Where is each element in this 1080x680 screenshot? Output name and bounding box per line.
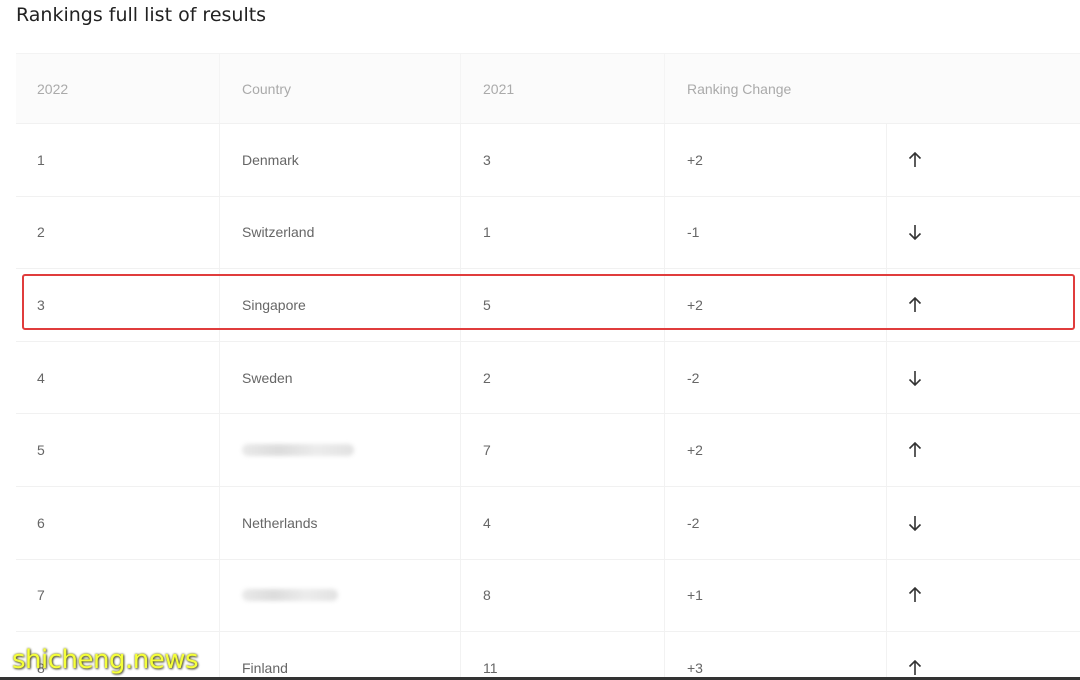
- rank-2022: 3: [16, 269, 220, 341]
- country-name: Denmark: [220, 124, 461, 196]
- header-2022[interactable]: 2022: [16, 54, 220, 123]
- page: Rankings full list of results 2022 Count…: [0, 0, 1080, 680]
- arrow-down-icon: [887, 487, 1080, 559]
- header-country[interactable]: Country: [220, 54, 461, 123]
- country-name: Finland: [220, 632, 461, 680]
- ranking-change: +2: [665, 269, 887, 341]
- ranking-change: +2: [665, 124, 887, 196]
- table-row: 7 8 +1: [16, 559, 1080, 633]
- ranking-change: +2: [665, 414, 887, 486]
- rank-2022: 2: [16, 196, 220, 269]
- page-title: Rankings full list of results: [16, 4, 267, 26]
- arrow-up-icon: [887, 124, 1080, 196]
- rank-2021: 11: [461, 632, 665, 680]
- country-name: Netherlands: [220, 486, 461, 559]
- rank-2022: 6: [16, 486, 220, 559]
- rank-2022: 5: [16, 414, 220, 486]
- arrow-up-icon: [887, 560, 1080, 632]
- watermark: shicheng.news: [12, 645, 199, 675]
- rank-2021: 1: [461, 196, 665, 269]
- rank-2021: 3: [461, 124, 665, 196]
- country-name: Sweden: [220, 341, 461, 414]
- blurred-text: [242, 444, 354, 457]
- ranking-change: -2: [665, 341, 887, 414]
- country-name: Singapore: [220, 269, 461, 341]
- rank-2021: 2: [461, 341, 665, 414]
- rank-2022: 7: [16, 559, 220, 632]
- rank-2021: 8: [461, 559, 665, 632]
- arrow-up-icon: [887, 269, 1080, 341]
- ranking-change: -1: [665, 196, 887, 269]
- header-ranking-change[interactable]: Ranking Change: [665, 54, 1080, 123]
- arrow-down-icon: [887, 342, 1080, 414]
- table-row: 1 Denmark 3 +2: [16, 124, 1080, 197]
- table-row: 6 Netherlands 4 -2: [16, 486, 1080, 560]
- rank-2022: 4: [16, 341, 220, 414]
- table-header-row: 2022 Country 2021 Ranking Change: [16, 54, 1080, 124]
- country-name: Switzerland: [220, 196, 461, 269]
- rankings-table: 2022 Country 2021 Ranking Change 1 Denma…: [16, 53, 1080, 680]
- country-name-blurred: [220, 559, 461, 632]
- rank-2021: 5: [461, 269, 665, 341]
- header-2021[interactable]: 2021: [461, 54, 665, 123]
- rank-2021: 4: [461, 486, 665, 559]
- table-row: 4 Sweden 2 -2: [16, 341, 1080, 415]
- country-name-blurred: [220, 414, 461, 486]
- ranking-change: +3: [665, 632, 887, 680]
- arrow-up-icon: [887, 632, 1080, 680]
- rank-2021: 7: [461, 414, 665, 486]
- ranking-change: -2: [665, 486, 887, 559]
- rank-2022: 1: [16, 124, 220, 196]
- table-row: 5 7 +2: [16, 414, 1080, 487]
- ranking-change: +1: [665, 559, 887, 632]
- blurred-text: [242, 589, 338, 602]
- arrow-up-icon: [887, 414, 1080, 486]
- table-row: 3 Singapore 5 +2: [16, 269, 1080, 342]
- arrow-down-icon: [887, 197, 1080, 269]
- table-row: 2 Switzerland 1 -1: [16, 196, 1080, 270]
